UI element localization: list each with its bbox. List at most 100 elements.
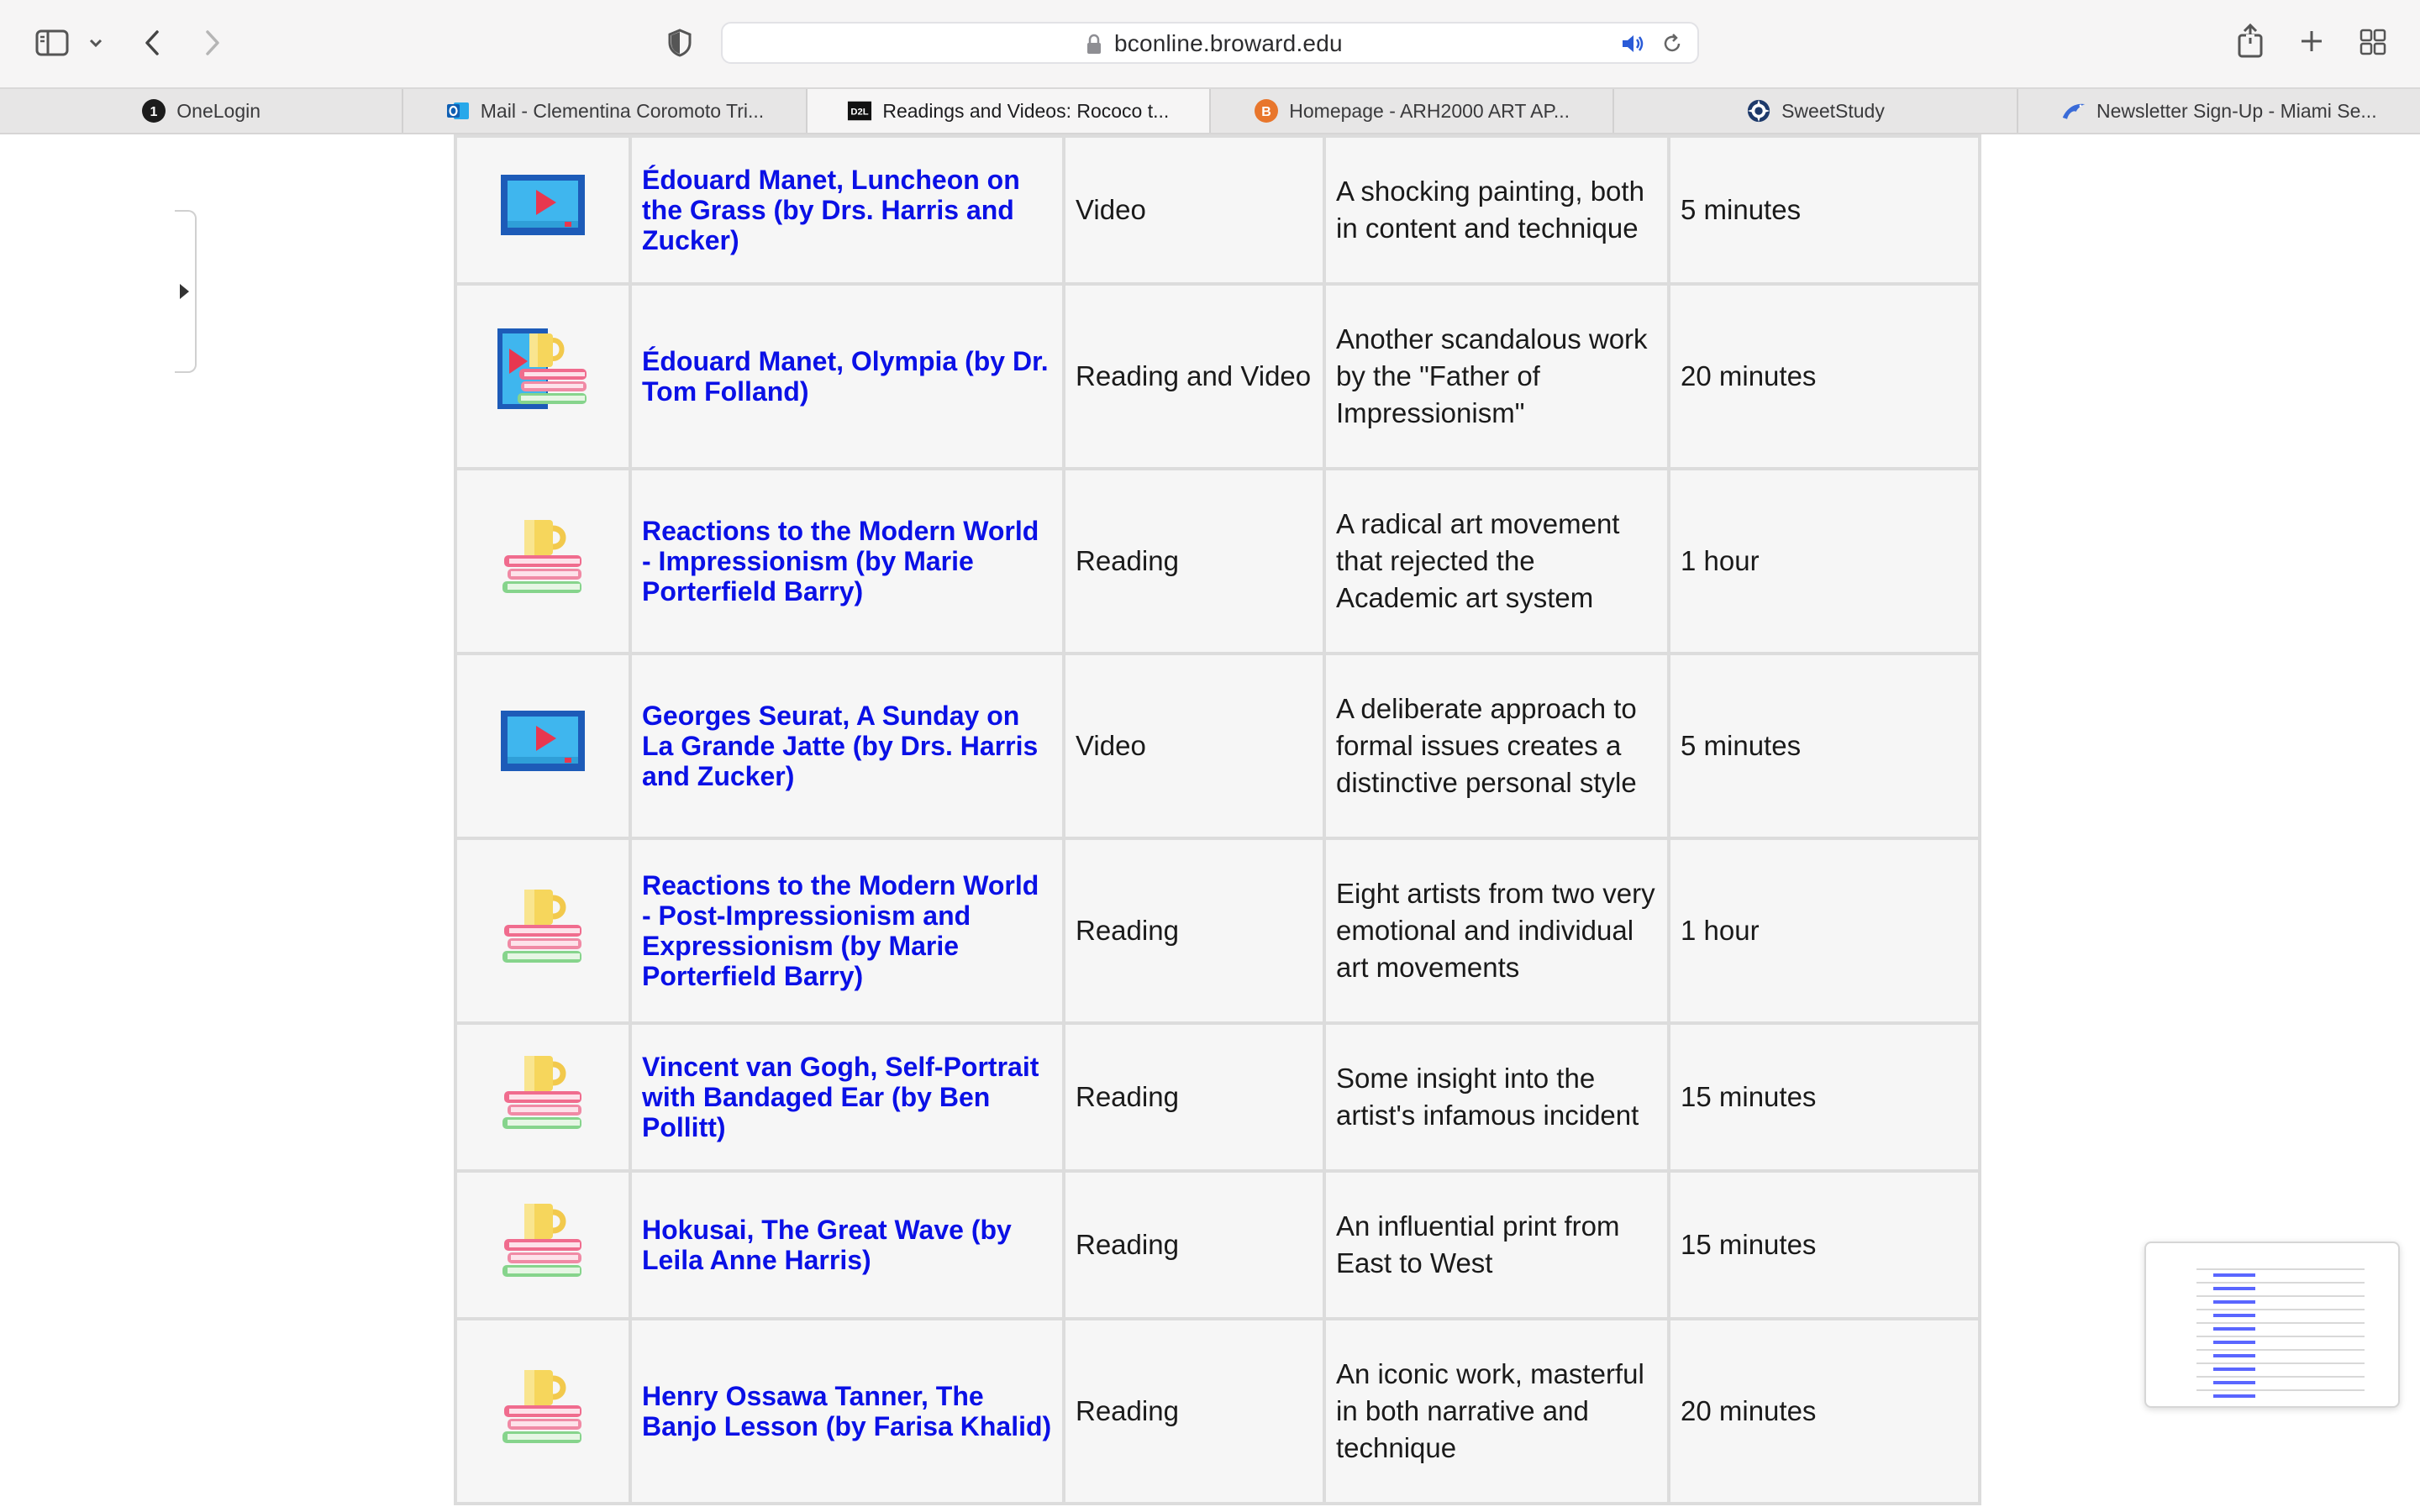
resource-link[interactable]: Vincent van Gogh, Self-Portrait with Ban… <box>642 1052 1052 1142</box>
reading-icon <box>499 1049 587 1146</box>
type-cell: Video <box>1062 134 1326 286</box>
description-cell: Eight artists from two very emotional an… <box>1323 837 1670 1025</box>
resource-link[interactable]: Édouard Manet, Luncheon on the Grass (by… <box>642 165 1052 255</box>
type-cell: Reading <box>1062 1317 1326 1505</box>
icon-cell <box>454 134 632 286</box>
table-row: Reactions to the Modern World - Post-Imp… <box>454 837 1981 1025</box>
forward-arrow-icon <box>203 29 223 57</box>
tab-onelogin[interactable]: 1 OneLogin <box>0 89 404 133</box>
thumbnail-link <box>2213 1327 2255 1331</box>
forward-button[interactable] <box>198 25 227 60</box>
duration-cell: 20 minutes <box>1667 1317 1981 1505</box>
tab-newsletter-signup[interactable]: Newsletter Sign-Up - Miami Se... <box>2018 89 2420 133</box>
thumbnail-row <box>2196 1349 2365 1351</box>
duration-cell: 5 minutes <box>1667 652 1981 840</box>
thumbnail-row <box>2196 1389 2365 1391</box>
description-cell: A radical art movement that rejected the… <box>1323 467 1670 655</box>
resource-link[interactable]: Henry Ossawa Tanner, The Banjo Lesson (b… <box>642 1381 1052 1441</box>
type-cell: Reading and Video <box>1062 282 1326 470</box>
title-cell: Édouard Manet, Luncheon on the Grass (by… <box>629 134 1065 286</box>
svg-text:D2L: D2L <box>851 108 869 118</box>
thumbnail-link <box>2213 1394 2255 1398</box>
resource-link[interactable]: Reactions to the Modern World - Impressi… <box>642 516 1052 606</box>
picture-in-picture-thumbnail[interactable] <box>2144 1242 2400 1408</box>
description-cell: An influential print from East to West <box>1323 1169 1670 1320</box>
duration-cell: 5 minutes <box>1667 134 1981 286</box>
tab-label: OneLogin <box>176 99 261 122</box>
thumbnail-link <box>2213 1314 2255 1317</box>
sidebar-icon <box>35 29 69 56</box>
description-cell: A shocking painting, both in content and… <box>1323 134 1670 286</box>
caret-right-icon <box>180 284 189 299</box>
tab-readings-and-videos[interactable]: D2L Readings and Videos: Rococo t... <box>807 89 1211 133</box>
resource-link[interactable]: Georges Seurat, A Sunday on La Grande Ja… <box>642 701 1052 791</box>
description-cell: Some insight into the artist's infamous … <box>1323 1021 1670 1173</box>
thumbnail-link <box>2213 1300 2255 1304</box>
reading-and-video-icon <box>496 327 590 427</box>
tab-label: Mail - Clementina Coromoto Tri... <box>480 99 765 122</box>
thumbnail-row <box>2196 1376 2365 1378</box>
privacy-report-button[interactable] <box>664 27 696 59</box>
page-content: Édouard Manet, Luncheon on the Grass (by… <box>0 134 2420 1512</box>
table-row: Édouard Manet, Luncheon on the Grass (by… <box>454 134 1981 286</box>
reading-icon <box>499 513 587 610</box>
icon-cell <box>454 1169 632 1320</box>
table-row: Henry Ossawa Tanner, The Banjo Lesson (b… <box>454 1317 1981 1505</box>
share-button[interactable] <box>2235 22 2265 60</box>
tab-group-menu-button[interactable] <box>84 32 108 54</box>
share-icon <box>2237 24 2264 59</box>
duration-cell: 15 minutes <box>1667 1169 1981 1320</box>
description-cell: A deliberate approach to formal issues c… <box>1323 652 1670 840</box>
video-icon <box>499 173 587 248</box>
resource-link[interactable]: Hokusai, The Great Wave (by Leila Anne H… <box>642 1215 1052 1275</box>
seaquarium-icon <box>2061 98 2086 123</box>
thumbnail-row <box>2196 1268 2365 1270</box>
thumbnail-row <box>2196 1295 2365 1297</box>
new-tab-button[interactable] <box>2297 27 2326 55</box>
thumbnail-row <box>2196 1309 2365 1310</box>
reload-icon[interactable] <box>1660 32 1684 60</box>
address-bar[interactable]: bconline.broward.edu <box>721 22 1699 64</box>
table-row: Hokusai, The Great Wave (by Leila Anne H… <box>454 1169 1981 1320</box>
description-cell: Another scandalous work by the "Father o… <box>1323 282 1670 470</box>
description-cell: An iconic work, masterful in both narrat… <box>1323 1317 1670 1505</box>
svg-text:B: B <box>1262 105 1272 119</box>
tab-label: Readings and Videos: Rococo t... <box>882 99 1170 122</box>
thumbnail-row <box>2196 1336 2365 1337</box>
outlook-icon <box>445 98 471 123</box>
audio-playing-icon[interactable] <box>1620 32 1645 60</box>
resource-link[interactable]: Reactions to the Modern World - Post-Imp… <box>642 870 1052 991</box>
tab-mail[interactable]: Mail - Clementina Coromoto Tri... <box>403 89 808 133</box>
url-text: bconline.broward.edu <box>1114 30 1343 56</box>
title-cell: Georges Seurat, A Sunday on La Grande Ja… <box>629 652 1065 840</box>
reading-icon <box>499 1363 587 1460</box>
tab-homepage-arh2000[interactable]: B Homepage - ARH2000 ART AP... <box>1211 89 1615 133</box>
chevron-down-icon <box>87 37 104 49</box>
resource-link[interactable]: Édouard Manet, Olympia (by Dr. Tom Folla… <box>642 346 1052 407</box>
title-cell: Édouard Manet, Olympia (by Dr. Tom Folla… <box>629 282 1065 470</box>
broward-icon: B <box>1254 98 1279 123</box>
video-icon <box>499 709 587 784</box>
reading-icon <box>499 883 587 979</box>
tab-sweetstudy[interactable]: SweetStudy <box>1614 89 2018 133</box>
title-cell: Reactions to the Modern World - Post-Imp… <box>629 837 1065 1025</box>
onelogin-icon: 1 <box>141 98 166 123</box>
sidebar-toggle-button[interactable] <box>34 27 71 59</box>
d2l-icon: D2L <box>847 98 872 123</box>
title-cell: Reactions to the Modern World - Impressi… <box>629 467 1065 655</box>
tab-label: Newsletter Sign-Up - Miami Se... <box>2096 99 2377 122</box>
thumbnail-link <box>2213 1354 2255 1357</box>
type-cell: Reading <box>1062 1169 1326 1320</box>
shield-icon <box>667 29 692 57</box>
duration-cell: 20 minutes <box>1667 282 1981 470</box>
tab-label: Homepage - ARH2000 ART AP... <box>1289 99 1570 122</box>
thumbnail-row <box>2196 1322 2365 1324</box>
title-cell: Hokusai, The Great Wave (by Leila Anne H… <box>629 1169 1065 1320</box>
back-arrow-icon <box>142 29 162 57</box>
back-button[interactable] <box>138 25 166 60</box>
table-row: Georges Seurat, A Sunday on La Grande Ja… <box>454 652 1981 840</box>
type-cell: Reading <box>1062 467 1326 655</box>
tab-overview-button[interactable] <box>2358 27 2388 57</box>
tab-label: SweetStudy <box>1781 99 1885 122</box>
sidebar-expand-handle[interactable] <box>175 210 197 373</box>
